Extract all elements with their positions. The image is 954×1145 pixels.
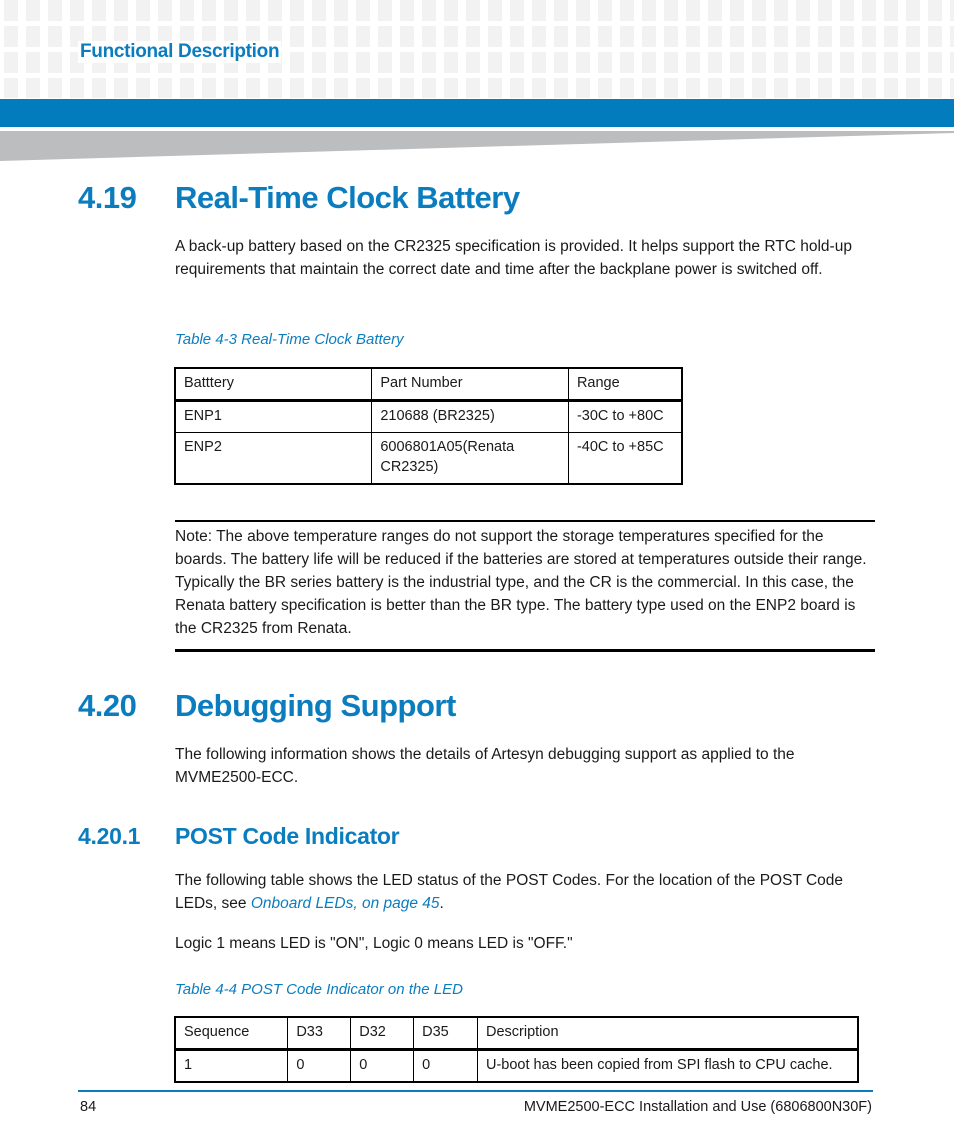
column-header: Description xyxy=(477,1016,859,1051)
rtc-battery-description: A back-up battery based on the CR2325 sp… xyxy=(175,238,852,278)
column-header: Batttery xyxy=(174,367,373,402)
column-header: D35 xyxy=(413,1016,478,1051)
table-cell: 0 xyxy=(413,1049,478,1083)
header-grey-wedge xyxy=(0,131,954,161)
table-header-row: Batttery Part Number Range xyxy=(174,367,683,402)
table-cell: -40C to +85C xyxy=(567,432,683,485)
table-row: ENP2 6006801A05(Renata CR2325) -40C to +… xyxy=(174,432,683,485)
rtc-battery-table: Batttery Part Number Range ENP1 210688 (… xyxy=(174,367,683,485)
section-number: 4.19 xyxy=(78,180,137,215)
column-header: Part Number xyxy=(371,367,569,402)
temperature-note: Note: The above temperature ranges do no… xyxy=(175,520,875,652)
table-cell: 0 xyxy=(287,1049,352,1083)
table-cell: -30C to +80C xyxy=(567,400,683,433)
section-heading-4-20-1: 4.20.1 POST Code Indicator xyxy=(78,823,400,850)
post-code-description: The following table shows the LED status… xyxy=(175,869,875,915)
table-4-4-caption: Table 4-4 POST Code Indicator on the LED xyxy=(175,981,463,998)
column-header: Range xyxy=(567,367,683,402)
section-number: 4.20 xyxy=(78,688,137,723)
table-cell: 210688 (BR2325) xyxy=(371,400,569,433)
onboard-leds-link[interactable]: Onboard LEDs, on page 45 xyxy=(251,895,440,912)
section-heading-4-19: 4.19 Real-Time Clock Battery xyxy=(78,180,520,216)
table-header-row: Sequence D33 D32 D35 Description xyxy=(174,1016,859,1051)
table-cell: 1 xyxy=(174,1049,289,1083)
debugging-support-description: The following information shows the deta… xyxy=(175,746,795,786)
table-cell: 0 xyxy=(350,1049,415,1083)
table-row: ENP1 210688 (BR2325) -30C to +80C xyxy=(174,400,683,433)
table-4-3-caption: Table 4-3 Real-Time Clock Battery xyxy=(175,331,404,348)
table-cell: ENP1 xyxy=(174,400,373,433)
footer-divider xyxy=(78,1090,873,1092)
post-code-table: Sequence D33 D32 D35 Description 1 0 0 0… xyxy=(174,1016,859,1083)
section-title: POST Code Indicator xyxy=(175,823,400,849)
page-number: 84 xyxy=(80,1099,97,1115)
section-heading-4-20: 4.20 Debugging Support xyxy=(78,688,456,724)
logic-note: Logic 1 means LED is "ON", Logic 0 means… xyxy=(175,935,573,952)
chapter-title: Functional Description xyxy=(78,41,282,63)
header-blue-band xyxy=(0,99,954,127)
section-title: Debugging Support xyxy=(175,688,456,723)
section-number: 4.20.1 xyxy=(78,823,141,849)
column-header: Sequence xyxy=(174,1016,289,1051)
section-title: Real-Time Clock Battery xyxy=(175,180,520,215)
table-row: 1 0 0 0 U-boot has been copied from SPI … xyxy=(174,1049,859,1083)
table-cell: U-boot has been copied from SPI flash to… xyxy=(477,1049,859,1083)
table-cell: 6006801A05(Renata CR2325) xyxy=(371,432,569,485)
column-header: D33 xyxy=(287,1016,352,1051)
document-title: MVME2500-ECC Installation and Use (68068… xyxy=(523,1099,872,1115)
table-cell: ENP2 xyxy=(174,432,373,485)
post-code-text-suffix: . xyxy=(439,895,444,912)
column-header: D32 xyxy=(350,1016,415,1051)
